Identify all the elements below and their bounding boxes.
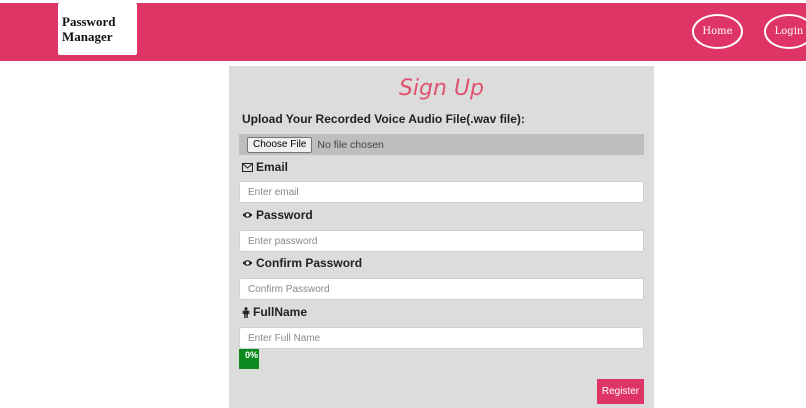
login-button[interactable]: Login xyxy=(764,14,806,49)
form-title: Sign Up xyxy=(398,76,485,101)
confirm-label-row: Confirm Password xyxy=(242,256,362,270)
fullname-label: FullName xyxy=(253,305,308,319)
file-input[interactable]: Choose File No file chosen xyxy=(239,134,644,155)
logo-line-2: Manager xyxy=(62,29,113,44)
email-field[interactable] xyxy=(239,181,644,203)
person-icon xyxy=(242,306,250,318)
progress-indicator: 0% xyxy=(239,349,259,369)
fullname-label-row: FullName xyxy=(242,305,307,319)
register-button[interactable]: Register xyxy=(597,379,644,404)
password-label-row: Password xyxy=(242,208,313,222)
password-field[interactable] xyxy=(239,230,644,252)
choose-file-button[interactable]: Choose File xyxy=(247,136,313,153)
confirm-password-field[interactable] xyxy=(239,278,644,300)
logo-line-1: Password xyxy=(62,14,116,29)
email-label-row: Email xyxy=(242,160,288,174)
file-status: No file chosen xyxy=(317,138,384,151)
home-button[interactable]: Home xyxy=(692,14,743,49)
envelope-icon xyxy=(242,162,253,172)
signup-panel: Sign Up Upload Your Recorded Voice Audio… xyxy=(229,66,654,408)
eye-icon xyxy=(242,211,253,219)
email-label: Email xyxy=(256,160,289,174)
upload-label: Upload Your Recorded Voice Audio File(.w… xyxy=(242,112,525,126)
navbar: Password Manager Home Login xyxy=(0,3,806,61)
logo[interactable]: Password Manager xyxy=(58,3,137,55)
password-label: Password xyxy=(256,208,313,222)
eye-icon xyxy=(242,259,253,267)
confirm-password-label: Confirm Password xyxy=(256,256,363,270)
fullname-field[interactable] xyxy=(239,327,644,349)
